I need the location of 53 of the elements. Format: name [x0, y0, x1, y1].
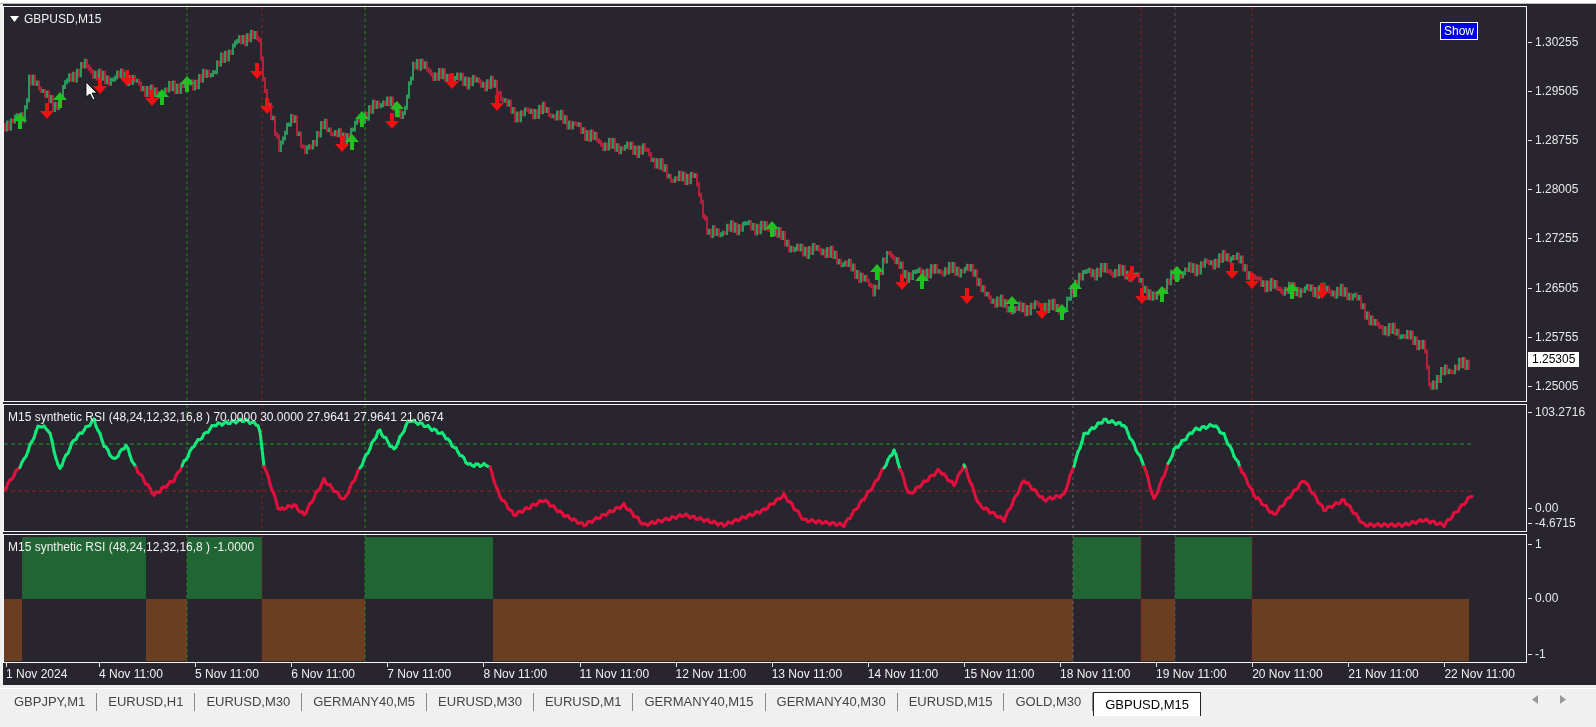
- up-arrow-icon: [390, 101, 404, 117]
- up-arrow-icon: [1068, 281, 1082, 297]
- chart-tab[interactable]: EURUSD,M1: [533, 693, 634, 711]
- down-arrow-icon: [1135, 288, 1149, 304]
- down-arrow-icon: [490, 95, 504, 111]
- down-arrow-icon: [145, 90, 159, 106]
- up-arrow-icon: [155, 89, 169, 105]
- mouse-cursor-icon: [85, 81, 98, 101]
- down-arrow-icon: [445, 73, 459, 89]
- chart-tab[interactable]: GERMANY40,M30: [765, 693, 898, 711]
- up-arrow-icon: [870, 264, 884, 280]
- down-arrow-icon: [260, 98, 274, 114]
- down-arrow-icon: [960, 288, 974, 304]
- down-arrow-icon: [895, 274, 909, 290]
- indicator-legend: M15 synthetic RSI (48,24,12,32,16,8 ) -1.0000: [8, 538, 255, 556]
- up-arrow-icon: [1155, 286, 1169, 302]
- down-arrow-icon: [250, 63, 264, 79]
- symbol-label: GBPUSD,M15: [24, 11, 102, 28]
- indicator-legend: M15 synthetic RSI (48,24,12,32,16,8 ) 70.0000 30.0000 27.9641 27.9641 21.0674: [8, 408, 444, 426]
- up-arrow-icon: [1055, 304, 1069, 320]
- up-arrow-icon: [53, 92, 67, 108]
- chart-tab[interactable]: EURUSD,M15: [897, 693, 1005, 711]
- down-arrow-icon: [1245, 273, 1259, 289]
- chart-tab[interactable]: GERMANY40,M5: [302, 693, 428, 711]
- down-arrow-icon: [1225, 263, 1239, 279]
- down-arrow-icon: [335, 136, 349, 152]
- down-arrow-icon: [120, 70, 134, 86]
- up-arrow-icon: [1170, 266, 1184, 282]
- up-arrow-icon: [345, 134, 359, 150]
- up-arrow-icon: [765, 221, 779, 237]
- chart-tab[interactable]: EURUSD,M30: [195, 693, 303, 711]
- up-arrow-icon: [180, 76, 194, 92]
- up-arrow-icon: [1285, 283, 1299, 299]
- down-arrow-icon: [385, 113, 399, 129]
- down-arrow-icon: [93, 78, 107, 94]
- up-arrow-icon: [355, 111, 369, 127]
- down-arrow-icon: [40, 103, 54, 119]
- down-arrow-icon: [1125, 266, 1139, 282]
- show-button[interactable]: Show: [1440, 22, 1479, 40]
- chart-tab[interactable]: EURUSD,M30: [427, 693, 534, 711]
- chart-tab[interactable]: GBPJPY,M1: [3, 693, 98, 711]
- up-arrow-icon: [1005, 296, 1019, 312]
- chart-tab[interactable]: GERMANY40,M15: [633, 693, 766, 711]
- up-arrow-icon: [13, 113, 27, 129]
- down-arrow-icon: [1315, 283, 1329, 299]
- down-arrow-icon: [1035, 303, 1049, 319]
- current-price-label: 1.25305: [1528, 352, 1580, 367]
- chart-tab[interactable]: EURUSD,H1: [97, 693, 196, 711]
- chart-tab[interactable]: GBPUSD,M15: [1093, 692, 1201, 716]
- scroll-left-icon[interactable]: [1532, 695, 1538, 704]
- up-arrow-icon: [915, 273, 929, 289]
- scroll-right-icon[interactable]: [1560, 695, 1566, 704]
- dropdown-triangle-icon: [10, 16, 19, 22]
